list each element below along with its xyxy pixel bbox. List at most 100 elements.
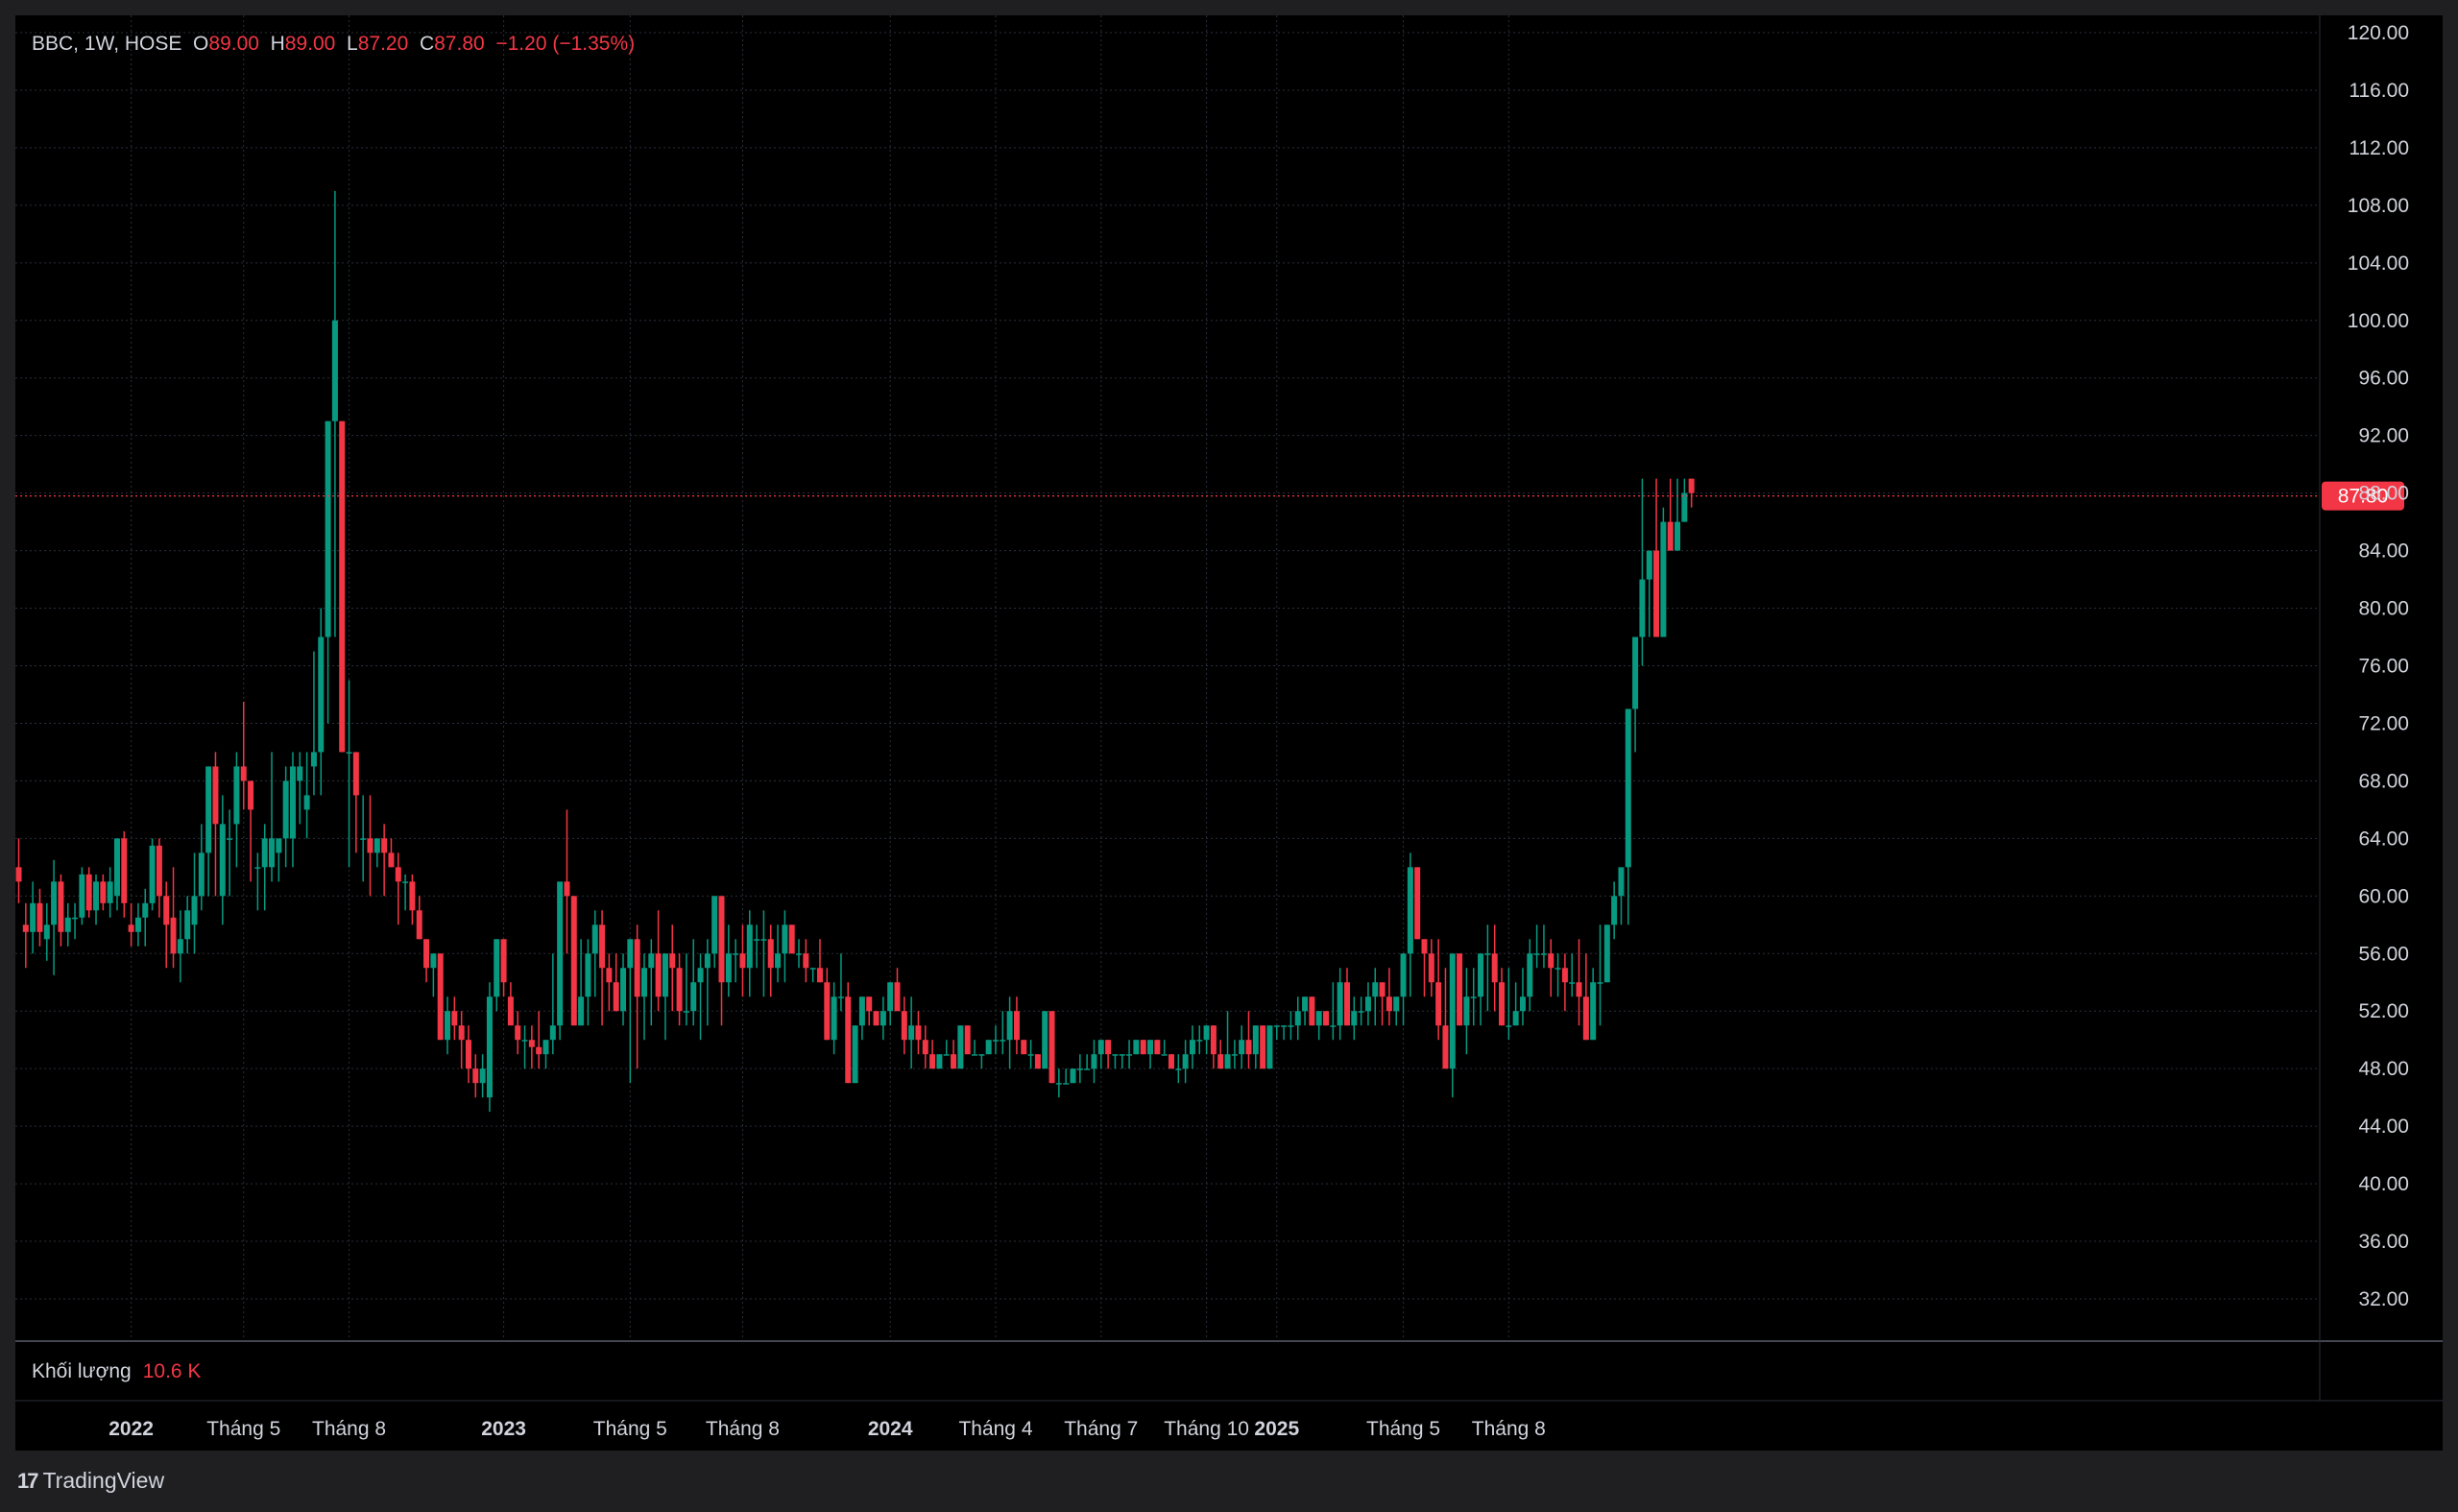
candle-body — [1653, 550, 1660, 637]
candle-up — [30, 881, 36, 954]
candle-body — [30, 902, 36, 932]
candle-body — [318, 636, 325, 753]
candle-body — [134, 917, 141, 932]
candle-up — [711, 896, 718, 969]
candle-body — [310, 752, 317, 767]
y-tick-label: 40.00 — [2358, 1173, 2409, 1195]
candle-body — [1231, 1054, 1238, 1056]
candle-body — [894, 982, 901, 1012]
candle-down — [915, 1011, 922, 1055]
candle-up — [697, 953, 704, 1041]
candle-down — [1154, 1040, 1161, 1055]
candle-up — [1302, 996, 1309, 1026]
candle-down — [1323, 1011, 1330, 1026]
candle-down — [472, 1054, 479, 1098]
tradingview-logo[interactable]: 17 TradingView — [17, 1468, 164, 1494]
candle-body — [1688, 478, 1695, 493]
candle-up — [1294, 996, 1301, 1041]
candle-body — [746, 924, 753, 969]
candle-down — [1168, 1054, 1174, 1069]
candle-body — [1048, 1011, 1055, 1084]
candle-up — [1042, 1011, 1048, 1069]
candle-down — [15, 838, 22, 903]
candle-body — [936, 1054, 943, 1069]
candle-down — [599, 910, 606, 1026]
candle-down — [1021, 1040, 1027, 1055]
candle-up — [1400, 953, 1407, 1026]
candle-up — [1315, 1011, 1322, 1041]
x-tick-label: Tháng 8 — [312, 1418, 386, 1440]
candle-up — [51, 859, 58, 975]
candle-up — [1070, 1068, 1076, 1084]
candle-body — [445, 1011, 451, 1041]
candle-body — [803, 953, 809, 969]
candle-body — [1076, 1068, 1083, 1070]
candle-down — [1548, 939, 1554, 997]
volume-legend: Khối lượng 10.6 K — [32, 1360, 201, 1383]
candle-up — [1239, 1025, 1245, 1069]
candle-body — [922, 1040, 928, 1055]
candle-up — [325, 420, 331, 724]
candle-up — [1196, 1025, 1203, 1055]
candle-down — [500, 939, 507, 997]
volume-value: 10.6 K — [142, 1360, 202, 1382]
candle-down — [1688, 478, 1695, 508]
candle-down — [634, 924, 640, 1069]
candle-body — [289, 766, 296, 839]
candle-down — [1260, 1025, 1266, 1069]
y-tick-label: 100.00 — [2348, 310, 2409, 332]
candle-body — [1126, 1054, 1133, 1056]
candle-body — [634, 939, 640, 997]
candle-down — [1140, 1040, 1146, 1055]
candle-body — [1245, 1040, 1252, 1055]
candle-body — [374, 838, 380, 853]
grid-lines — [15, 15, 2443, 1402]
chart-area[interactable]: 87.80 120.00 116.00 112.00 108.00 104.00 100.… — [15, 15, 2443, 1451]
y-tick-label: 56.00 — [2358, 943, 2409, 965]
candle-up — [992, 1025, 999, 1055]
candle-body — [725, 953, 732, 983]
y-tick-label: 60.00 — [2358, 885, 2409, 907]
x-tick-label: Tháng 8 — [706, 1418, 780, 1440]
change-value: −1.20 (−1.35%) — [495, 33, 636, 55]
candles-group — [15, 190, 1695, 1113]
candle-body — [458, 1025, 465, 1041]
candle-up — [64, 902, 71, 947]
candle-down — [803, 939, 809, 983]
candle-body — [331, 320, 338, 421]
candle-up — [1000, 1011, 1006, 1055]
candle-down — [1653, 478, 1660, 637]
candle-body — [669, 953, 676, 969]
candle-down — [36, 888, 43, 947]
candle-down — [1457, 953, 1463, 1026]
candle-body — [163, 896, 170, 925]
x-tick-label: 2024 — [868, 1418, 913, 1440]
x-tick-label: Tháng 5 — [206, 1418, 280, 1440]
candle-down — [1245, 1011, 1252, 1069]
candle-down — [515, 1011, 521, 1055]
candle-body — [500, 939, 507, 983]
candle-up — [1512, 982, 1519, 1026]
candle-body — [1457, 953, 1463, 1026]
candlestick-chart[interactable]: 87.80 120.00 116.00 112.00 108.00 104.00 100.… — [15, 15, 2443, 1451]
candle-body — [1084, 1068, 1091, 1070]
candle-body — [1288, 1025, 1294, 1027]
candle-body — [1618, 867, 1625, 897]
candle-down — [528, 1025, 535, 1069]
y-tick-label: 92.00 — [2358, 425, 2409, 447]
candle-body — [1006, 1011, 1013, 1041]
candle-body — [1000, 1040, 1006, 1042]
candle-body — [754, 939, 760, 941]
candle-up — [831, 982, 837, 1055]
candle-body — [676, 968, 683, 1012]
candle-body — [212, 766, 219, 825]
candle-body — [142, 902, 149, 918]
candle-body — [809, 968, 816, 970]
y-tick-label: 80.00 — [2358, 598, 2409, 620]
x-tick-label: 2025 — [1254, 1418, 1299, 1440]
candle-up — [640, 953, 647, 1041]
candle-body — [929, 1054, 936, 1069]
candle-body — [1133, 1040, 1140, 1055]
candle-up — [219, 795, 226, 925]
candle-down — [866, 996, 873, 1026]
